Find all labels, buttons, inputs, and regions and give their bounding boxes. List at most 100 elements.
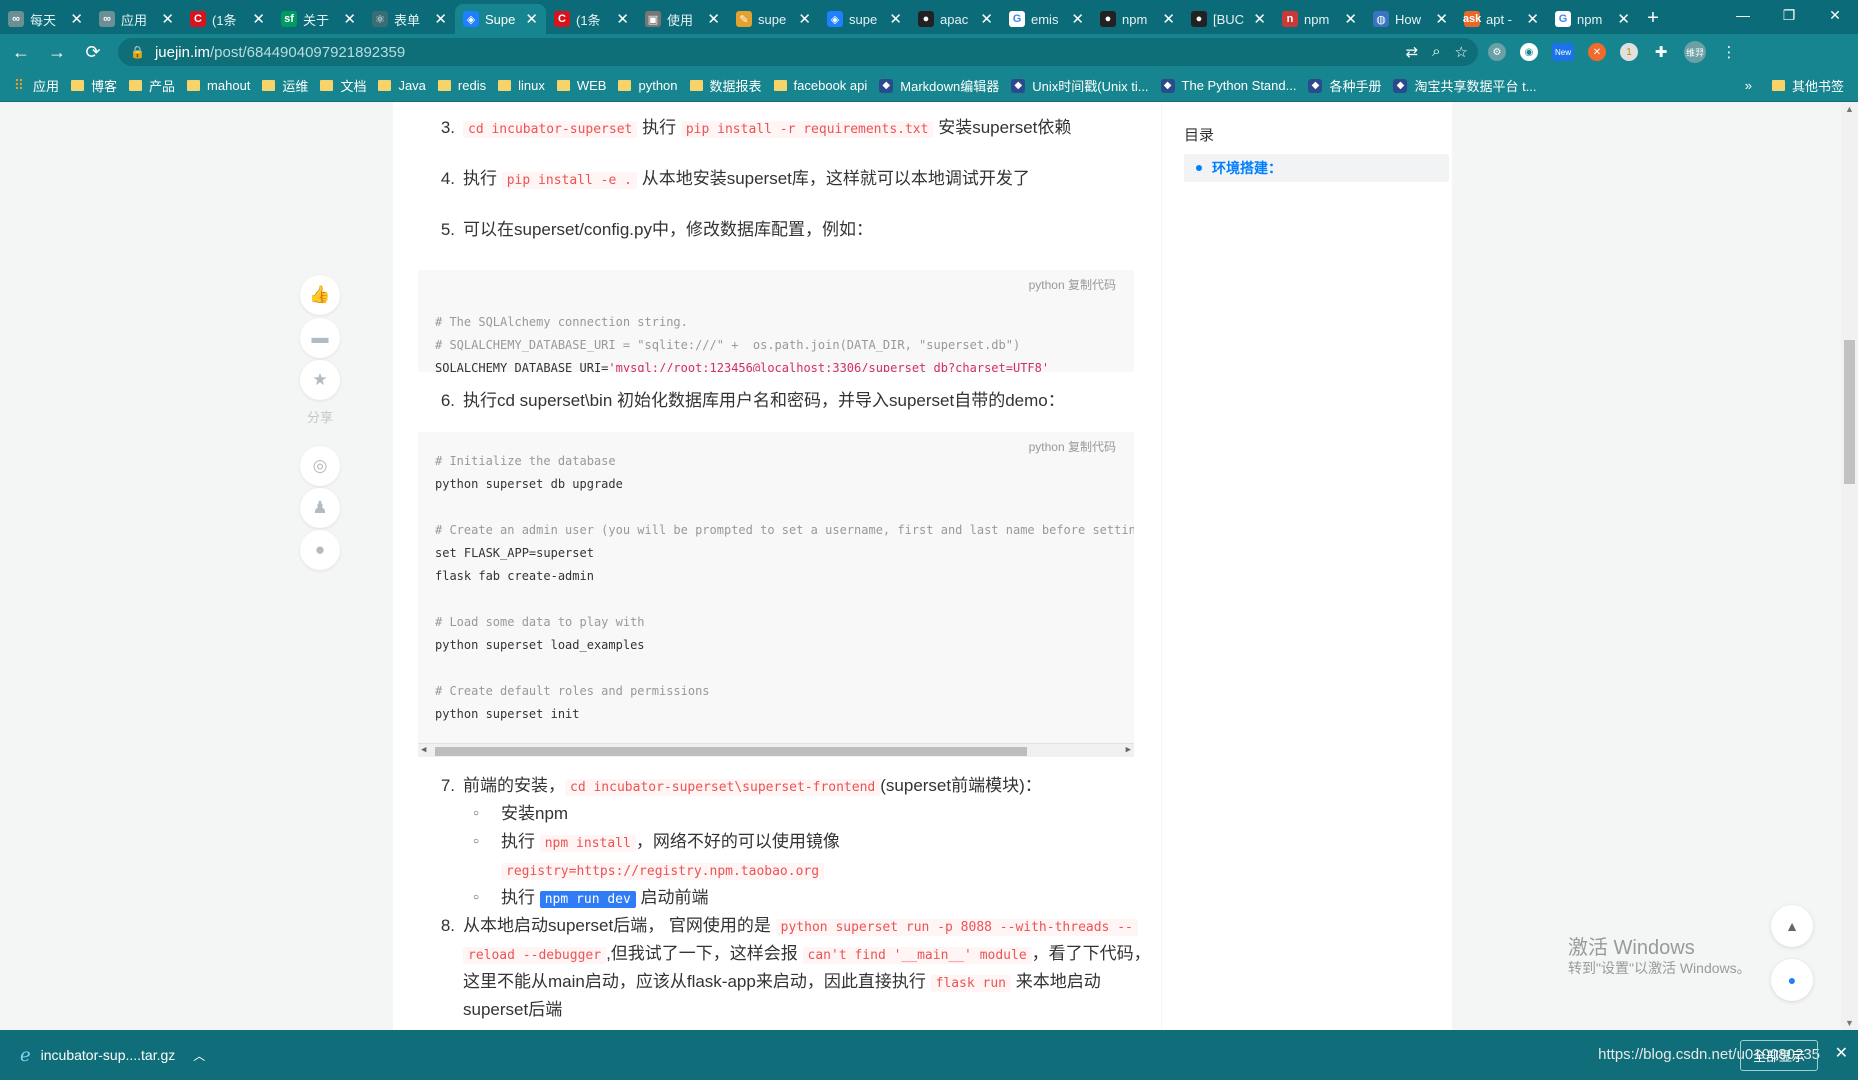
badge-count-extension-icon[interactable]: 1 [1620, 43, 1638, 61]
bookmark-star-icon[interactable]: ☆ [1455, 43, 1468, 61]
tab[interactable]: ∞ 应用 ✕ [91, 4, 182, 34]
bookmark-item[interactable]: 博客 [71, 76, 117, 95]
bookmark-item[interactable]: Java [378, 78, 426, 93]
tab[interactable]: Gnpm ✕ [1547, 4, 1638, 34]
reload-icon[interactable]: ⟳ [78, 37, 108, 67]
new-tab-button[interactable]: + [1638, 4, 1668, 34]
tab[interactable]: ∞ 每天 ✕ [0, 4, 91, 34]
scrollbar-thumb[interactable] [435, 747, 1027, 756]
tab[interactable]: ◍ How ✕ [1365, 4, 1456, 34]
comment-icon[interactable]: ▬ [300, 318, 340, 358]
address-bar[interactable]: 🔒 juejin.im/post/6844904097921892359 ⇄ ⌕… [118, 38, 1478, 66]
close-tab-icon[interactable]: ✕ [1071, 10, 1084, 28]
scroll-right-icon[interactable]: ▶ [1126, 744, 1131, 757]
close-tab-icon[interactable]: ✕ [1162, 10, 1175, 28]
other-bookmarks[interactable]: 其他书签 [1771, 76, 1844, 95]
close-tab-icon[interactable]: ✕ [252, 10, 265, 28]
close-window-icon[interactable]: ✕ [1812, 0, 1858, 30]
tab[interactable]: sf 关于 ✕ [273, 4, 364, 34]
bookmark-item[interactable]: python [618, 78, 678, 93]
bookmark-item[interactable]: ◆ 淘宝共享数据平台 t... [1393, 76, 1537, 95]
like-icon[interactable]: 👍 [300, 275, 340, 315]
bookmark-item[interactable]: ◆ 各种手册 [1308, 76, 1381, 95]
bookmark-item[interactable]: redis [437, 78, 486, 93]
forward-icon[interactable]: → [42, 37, 72, 67]
close-icon[interactable]: ✕ [1835, 1043, 1848, 1063]
close-tab-icon[interactable]: ✕ [525, 10, 538, 28]
tab[interactable]: ● apac ✕ [910, 4, 1001, 34]
download-item[interactable]: ℯ incubator-sup....tar.gz ︿ [20, 1045, 220, 1066]
tab[interactable]: n npm ✕ [1274, 4, 1365, 34]
qq-icon[interactable]: ♟ [300, 488, 340, 528]
bookmark-item[interactable]: ⠿ 应用 [12, 76, 59, 95]
zoom-icon[interactable]: ⌕ [1432, 43, 1440, 61]
close-tab-icon[interactable]: ✕ [161, 10, 174, 28]
back-icon[interactable]: ← [6, 37, 36, 67]
minimize-icon[interactable]: — [1720, 0, 1766, 30]
circle-extension-icon[interactable]: ◉ [1520, 43, 1538, 61]
tab[interactable]: C (1条 ✕ [182, 4, 273, 34]
tab[interactable]: ● npm ✕ [1092, 4, 1183, 34]
weibo-icon[interactable]: ◎ [300, 446, 340, 486]
puzzle-icon[interactable]: ✚ [1652, 43, 1670, 61]
show-all-button[interactable]: 全部显示 [1739, 1040, 1818, 1071]
orange-extension-icon[interactable]: ✕ [1588, 43, 1606, 61]
bookmark-item[interactable]: mahout [187, 78, 250, 93]
menu-icon[interactable]: ⋮ [1720, 43, 1738, 61]
star-icon[interactable]: ★ [300, 360, 340, 400]
tab[interactable]: ● [BUC ✕ [1183, 4, 1274, 34]
folder-icon [689, 80, 703, 91]
close-tab-icon[interactable]: ✕ [1526, 10, 1539, 28]
close-tab-icon[interactable]: ✕ [434, 10, 447, 28]
tab[interactable]: ◈ supe ✕ [819, 4, 910, 34]
bookmark-item[interactable]: 运维 [262, 76, 308, 95]
new-badge-extension-icon[interactable]: New [1552, 43, 1574, 61]
close-tab-icon[interactable]: ✕ [980, 10, 993, 28]
bookmark-item[interactable]: linux [498, 78, 545, 93]
toc-item[interactable]: 环境搭建： [1184, 154, 1449, 182]
close-tab-icon[interactable]: ✕ [1253, 10, 1266, 28]
back-to-top-button[interactable]: ▲ [1771, 905, 1813, 947]
close-tab-icon[interactable]: ✕ [889, 10, 902, 28]
horizontal-scrollbar[interactable]: ◀ ▶ [418, 743, 1134, 757]
tab[interactable]: ask apt - ✕ [1456, 4, 1547, 34]
close-tab-icon[interactable]: ✕ [798, 10, 811, 28]
tab-title: apac [940, 11, 969, 27]
folder-icon [437, 80, 451, 91]
vertical-scrollbar[interactable]: ▲ ▼ [1841, 102, 1858, 1030]
maximize-icon[interactable]: ❐ [1766, 0, 1812, 30]
tab[interactable]: ◈ Supe ✕ [455, 4, 546, 34]
tab[interactable]: C (1条 ✕ [546, 4, 637, 34]
site-icon: ◆ [1011, 78, 1026, 93]
translate-icon[interactable]: ⇄ [1406, 43, 1419, 61]
scroll-up-icon[interactable]: ▲ [1845, 104, 1854, 114]
close-tab-icon[interactable]: ✕ [707, 10, 720, 28]
close-tab-icon[interactable]: ✕ [1344, 10, 1357, 28]
bookmark-item[interactable]: facebook api [773, 78, 867, 93]
bookmarks-overflow-button[interactable]: » [1745, 78, 1752, 93]
tab[interactable]: ✎ supe ✕ [728, 4, 819, 34]
close-tab-icon[interactable]: ✕ [616, 10, 629, 28]
tab[interactable]: ⚛ 表单 ✕ [364, 4, 455, 34]
tab[interactable]: Gemis ✕ [1001, 4, 1092, 34]
scroll-down-icon[interactable]: ▼ [1845, 1018, 1854, 1028]
chat-button[interactable]: ● [1771, 959, 1813, 1001]
close-tab-icon[interactable]: ✕ [1435, 10, 1448, 28]
gear-extension-icon[interactable]: ⚙ [1488, 43, 1506, 61]
bookmark-item[interactable]: ◆ The Python Stand... [1160, 78, 1296, 93]
bookmark-item[interactable]: ◆ Markdown编辑器 [879, 76, 999, 95]
chevron-up-icon[interactable]: ︿ [193, 1047, 205, 1064]
bookmark-item[interactable]: WEB [556, 78, 606, 93]
scrollbar-thumb[interactable] [1844, 340, 1855, 484]
close-tab-icon[interactable]: ✕ [343, 10, 356, 28]
bookmark-item[interactable]: 数据报表 [689, 76, 762, 95]
close-tab-icon[interactable]: ✕ [70, 10, 83, 28]
avatar[interactable]: 维羿 [1684, 41, 1706, 63]
bookmark-item[interactable]: ◆ Unix时间戳(Unix ti... [1011, 76, 1149, 95]
scroll-left-icon[interactable]: ◀ [421, 744, 426, 757]
wechat-icon[interactable]: ● [300, 530, 340, 570]
bookmark-item[interactable]: 文档 [320, 76, 366, 95]
bookmark-item[interactable]: 产品 [129, 76, 175, 95]
close-tab-icon[interactable]: ✕ [1617, 10, 1630, 28]
tab[interactable]: ▣ 使用 ✕ [637, 4, 728, 34]
